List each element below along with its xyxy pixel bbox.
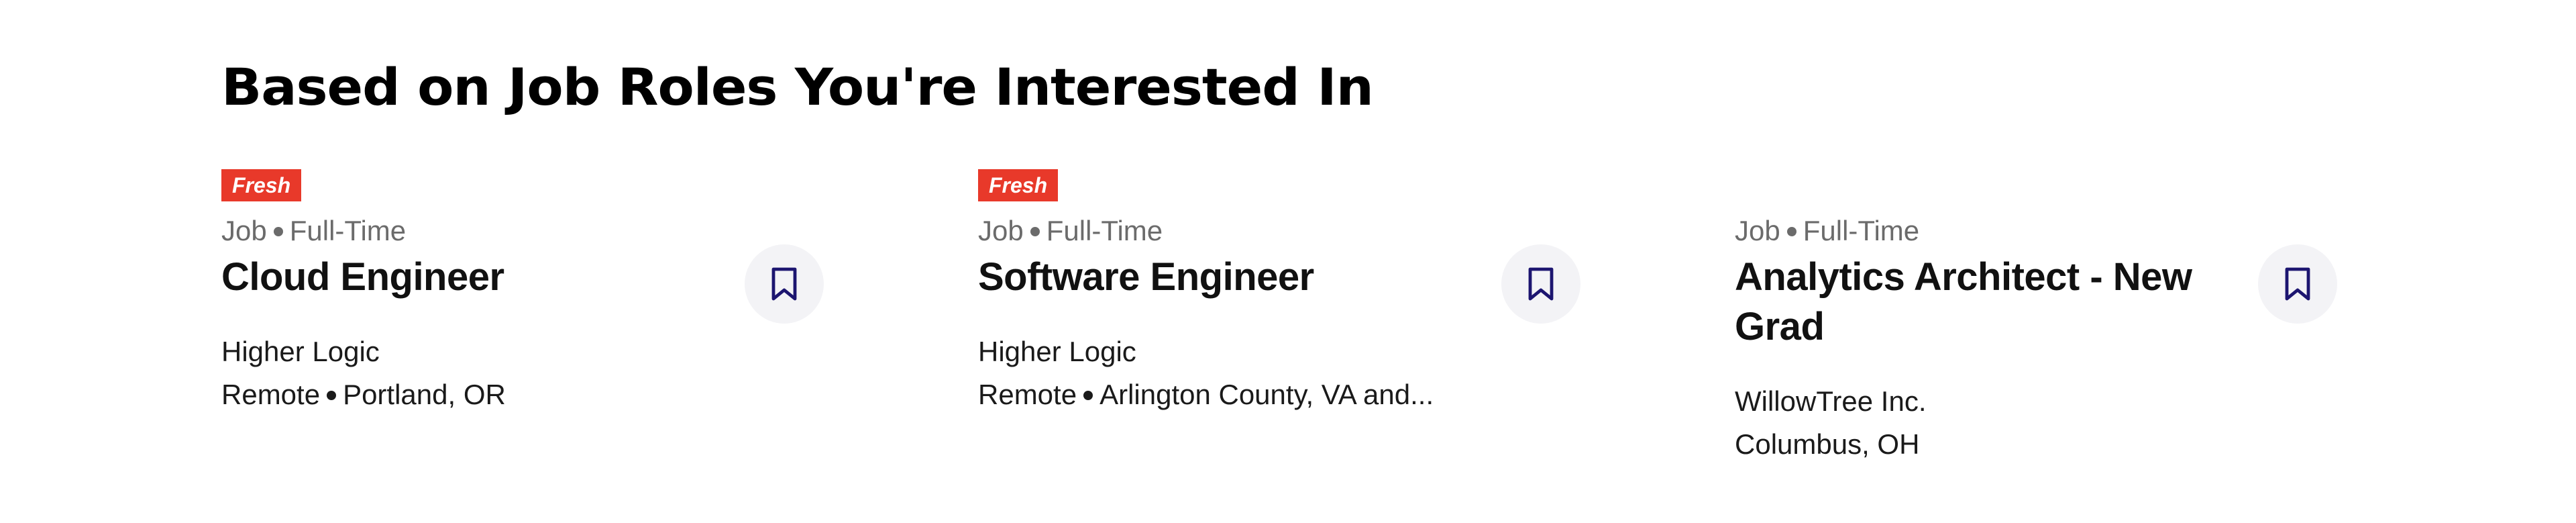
location-text: Columbus, OH [1735,428,1920,460]
save-job-button[interactable] [2258,244,2337,324]
bookmark-icon [2285,267,2310,301]
job-location: Columbus, OH [1735,426,1919,463]
company-name: Higher Logic [978,336,1136,367]
job-meta: Job Full-Time [978,212,1163,250]
location-mode: Remote [978,379,1077,410]
separator-dot [1030,226,1040,236]
fresh-badge: Fresh [221,169,302,201]
job-type: Job [221,215,267,246]
job-title-link[interactable]: Analytics Architect - New Grad [1735,252,2265,352]
job-schedule: Full-Time [1046,215,1163,246]
separator-dot [273,226,283,236]
job-title-link[interactable]: Software Engineer [978,252,1508,302]
bookmark-icon [1528,267,1554,301]
location-text: Arlington County, VA and... [1099,379,1434,410]
section-title: Based on Job Roles You're Interested In [221,57,1374,117]
job-type: Job [978,215,1024,246]
job-title-link[interactable]: Cloud Engineer [221,252,751,302]
job-card[interactable]: Job Full-Time Analytics Architect - New G… [1735,167,2406,489]
job-card[interactable]: Fresh Job Full-Time Cloud Engineer Higher… [221,167,892,489]
company-name: Higher Logic [221,336,380,367]
bookmark-icon [771,267,797,301]
job-card-list: Fresh Job Full-Time Cloud Engineer Higher… [221,167,2355,502]
save-job-button[interactable] [745,244,824,324]
recommended-jobs-section: Based on Job Roles You're Interested In … [221,0,2355,523]
job-location: Remote Portland, OR [221,376,506,414]
job-type: Job [1735,215,1780,246]
job-meta: Job Full-Time [221,212,406,250]
separator-dot [1786,226,1796,236]
job-meta: Job Full-Time [1735,212,1919,250]
company-name: WillowTree Inc. [1735,385,1927,417]
job-location: Remote Arlington County, VA and... [978,376,1434,414]
job-card[interactable]: Fresh Job Full-Time Software Engineer Hig… [978,167,1649,489]
job-schedule: Full-Time [1803,215,1920,246]
separator-dot [327,390,337,400]
separator-dot [1083,390,1093,400]
fresh-badge: Fresh [978,169,1059,201]
job-schedule: Full-Time [289,215,407,246]
location-text: Portland, OR [343,379,506,410]
location-mode: Remote [221,379,321,410]
save-job-button[interactable] [1501,244,1580,324]
